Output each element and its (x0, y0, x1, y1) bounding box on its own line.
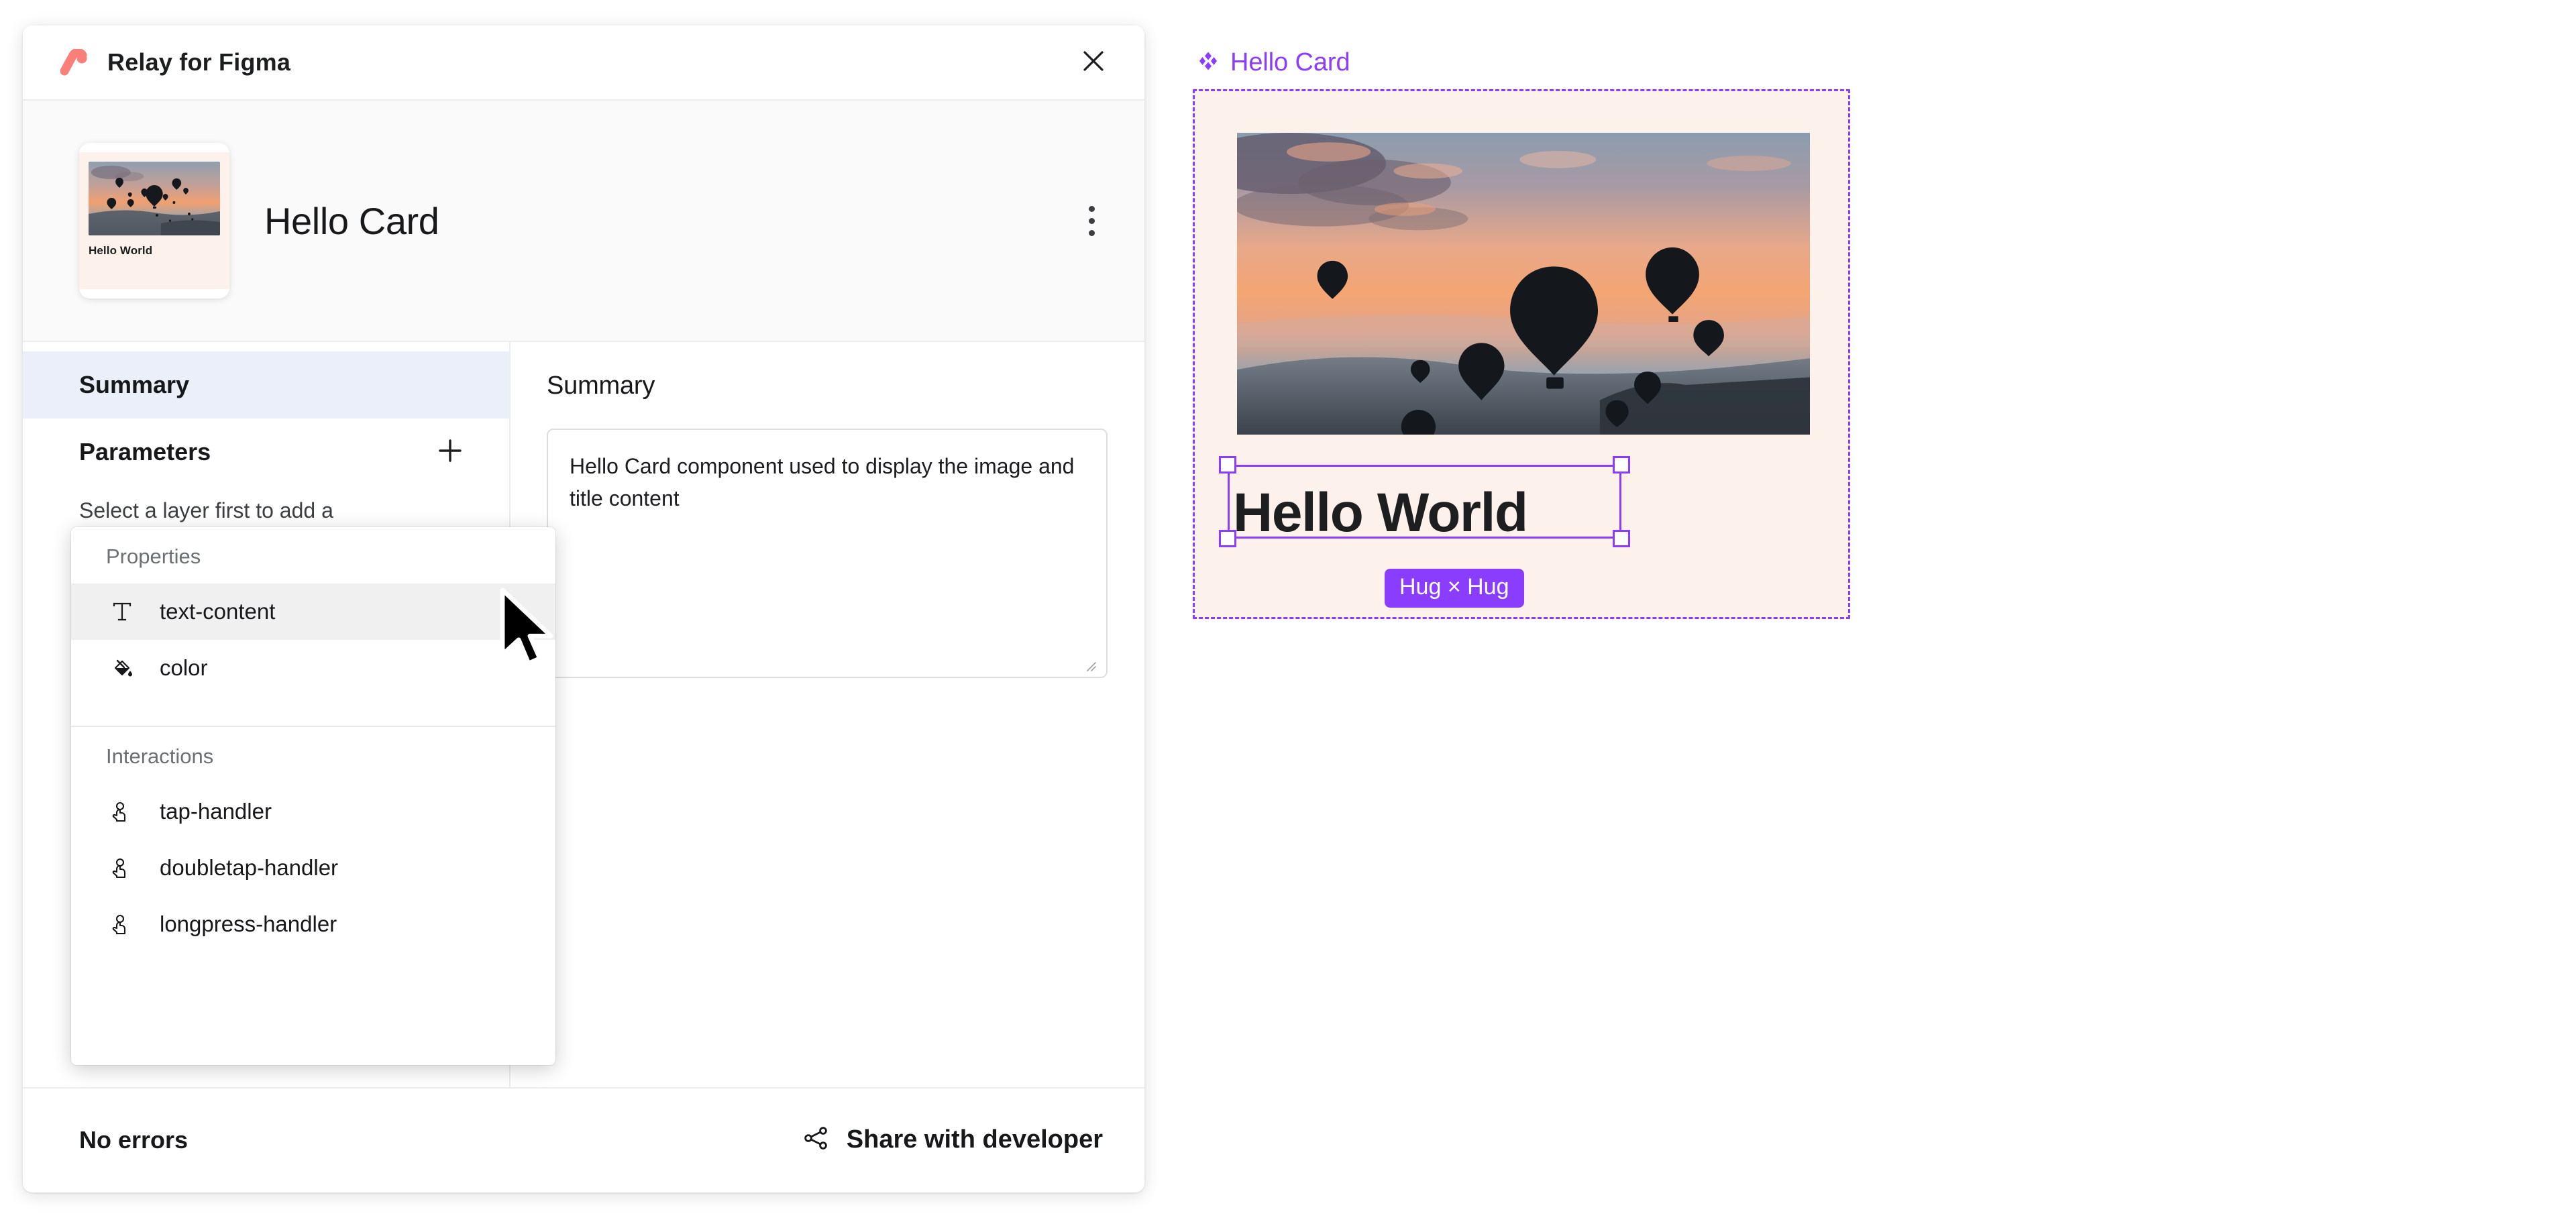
content-heading: Summary (547, 372, 655, 400)
share-icon (802, 1125, 829, 1155)
thumbnail-title: Hello World (89, 244, 153, 257)
hello-card-frame[interactable]: Hello World Hug × Hug (1193, 89, 1850, 619)
dropdown-item-color[interactable]: color (71, 640, 555, 696)
content-pane: Summary (511, 342, 1144, 1087)
close-icon (1082, 50, 1105, 76)
dropdown-item-tap-handler[interactable]: tap-handler (71, 783, 555, 840)
dropdown-item-doubletap-handler[interactable]: doubletap-handler (71, 840, 555, 896)
figma-component-icon (1198, 51, 1218, 74)
screen-root: Relay for Figma Hello World Hello Card S… (0, 0, 2576, 1226)
share-label: Share with developer (846, 1125, 1103, 1154)
frame-label[interactable]: Hello Card (1198, 48, 1350, 77)
size-badge: Hug × Hug (1385, 569, 1524, 608)
summary-input[interactable] (547, 429, 1108, 678)
thumbnail-photo (89, 162, 220, 235)
relay-plugin-panel: Relay for Figma Hello World Hello Card S… (23, 25, 1144, 1192)
tap-gesture-icon (106, 908, 138, 940)
frame-label-text: Hello Card (1230, 48, 1350, 76)
panel-footer: No errors Share with developer (23, 1087, 1144, 1191)
dropdown-item-label: tap-handler (160, 799, 272, 824)
sidebar-item-label: Parameters (79, 438, 211, 465)
paint-bucket-icon (106, 652, 138, 684)
resize-handle-bottom-right[interactable] (1613, 530, 1630, 547)
dropdown-item-label: color (160, 655, 208, 680)
resize-handle-top-left[interactable] (1219, 456, 1236, 473)
thumbnail-inner: Hello World (79, 152, 229, 289)
figma-canvas: Hello Card Hello World Hug × Hug (1187, 0, 2576, 1226)
tap-gesture-icon (106, 852, 138, 884)
dropdown-group-label-properties: Properties (106, 545, 201, 568)
component-title: Hello Card (264, 199, 439, 242)
dropdown-item-label: doubletap-handler (160, 855, 339, 880)
balloon-image[interactable] (1237, 133, 1810, 435)
sidebar-item-summary[interactable]: Summary (23, 351, 509, 419)
add-parameter-button[interactable] (435, 436, 468, 468)
summary-field-wrap (547, 429, 1108, 681)
brand-name: Relay for Figma (107, 48, 291, 76)
sidebar-item-label: Summary (79, 371, 190, 398)
dropdown-item-longpress-handler[interactable]: longpress-handler (71, 896, 555, 952)
sidebar-item-parameters[interactable]: Parameters (23, 419, 509, 486)
kebab-dot-3 (1088, 229, 1095, 236)
brand: Relay for Figma (60, 48, 290, 76)
sidebar-hint: Select a layer first to add a (79, 498, 333, 522)
relay-logo-icon (60, 48, 91, 76)
error-status: No errors (79, 1125, 189, 1154)
component-menu-button[interactable] (1071, 196, 1112, 245)
kebab-dot-2 (1088, 217, 1095, 224)
dropdown-item-label: longpress-handler (160, 911, 337, 936)
text-icon (106, 596, 138, 628)
resize-handle-bottom-left[interactable] (1219, 530, 1236, 547)
panel-titlebar: Relay for Figma (23, 25, 1144, 101)
kebab-menu-icon (1088, 205, 1095, 212)
selection-bounding-box (1219, 456, 1630, 547)
component-thumbnail[interactable]: Hello World (79, 143, 229, 298)
share-with-developer-button[interactable]: Share with developer (802, 1125, 1103, 1155)
close-button[interactable] (1073, 42, 1114, 82)
resize-handle-top-right[interactable] (1613, 456, 1630, 473)
component-header: Hello World Hello Card (23, 101, 1144, 342)
tap-gesture-icon (106, 795, 138, 828)
dropdown-group-label-interactions: Interactions (106, 744, 214, 768)
dropdown-item-label: text-content (160, 599, 276, 624)
parameter-type-dropdown: Properties text-content color Interactio… (71, 527, 555, 1065)
dropdown-spacer (71, 952, 555, 1065)
dropdown-item-text-content[interactable]: text-content (71, 583, 555, 640)
